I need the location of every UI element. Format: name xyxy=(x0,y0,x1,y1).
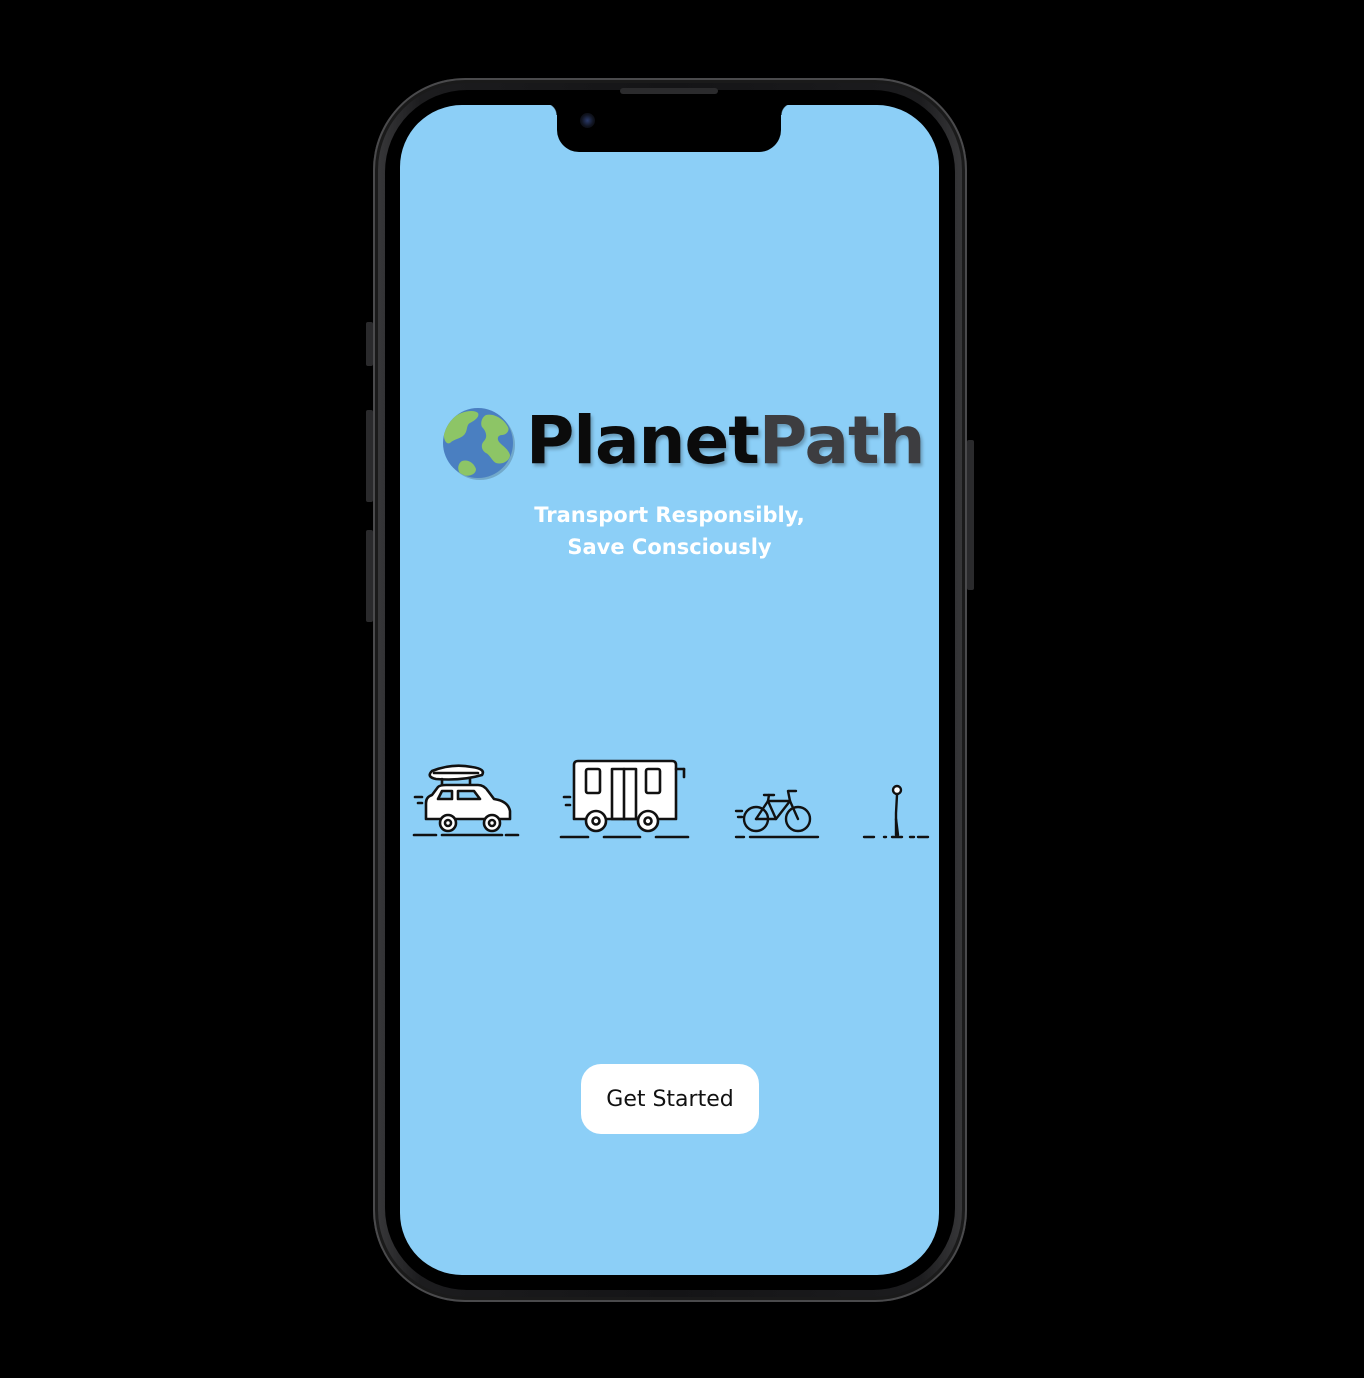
app-screen: PlanetPath Transport Responsibly, Save C… xyxy=(400,105,939,1275)
tagline-line-1: Transport Responsibly, xyxy=(534,503,805,527)
tagline: Transport Responsibly, Save Consciously xyxy=(400,499,939,563)
front-camera xyxy=(580,113,595,128)
bus-icon xyxy=(559,759,690,839)
tagline-line-2: Save Consciously xyxy=(567,535,772,559)
bicycle-icon xyxy=(734,789,820,839)
get-started-button[interactable]: Get Started xyxy=(581,1064,759,1134)
transport-icons-row xyxy=(400,745,939,855)
phone-volume-up-button xyxy=(366,410,373,502)
phone-volume-down-button xyxy=(366,530,373,622)
phone-notch xyxy=(545,105,793,152)
phone-power-button xyxy=(967,440,974,590)
brand-path: Path xyxy=(758,402,926,479)
brand-planet: Planet xyxy=(526,402,760,479)
device-stage: PlanetPath Transport Responsibly, Save C… xyxy=(0,0,1364,1378)
brand-wordmark: PlanetPath xyxy=(526,401,926,481)
phone-speaker xyxy=(620,88,718,94)
walking-person-icon xyxy=(862,784,930,839)
app-logo: PlanetPath xyxy=(440,402,926,485)
car-icon xyxy=(412,764,520,837)
phone-silent-switch xyxy=(366,322,373,366)
globe-logo-icon xyxy=(443,408,515,480)
